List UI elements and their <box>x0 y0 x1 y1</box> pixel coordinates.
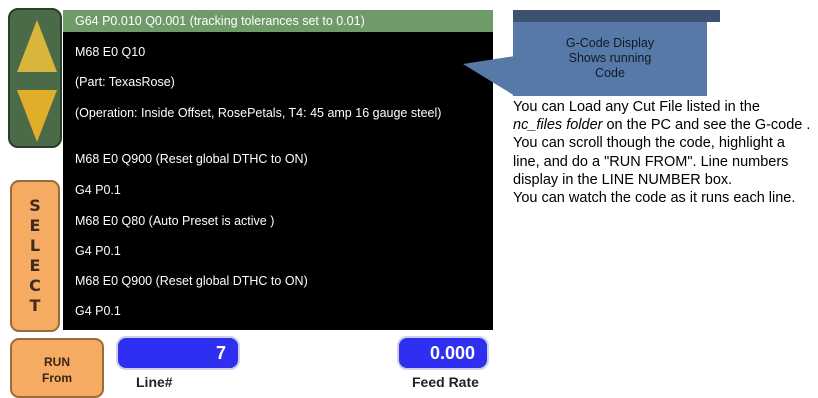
callout-text: Shows running <box>568 51 652 65</box>
line-number-label: Line# <box>136 374 173 390</box>
code-line[interactable]: G4 P0.1 <box>63 243 493 259</box>
code-line[interactable]: M68 E0 Q80 (Auto Preset is active ) <box>63 213 493 229</box>
arrow-up-icon[interactable] <box>17 20 57 72</box>
code-line[interactable]: M68 E0 Q900 (Reset global DTHC to ON) <box>63 151 493 167</box>
select-letter: C <box>29 276 41 295</box>
description-text: You can Load any Cut File listed in the … <box>513 98 813 207</box>
code-line[interactable]: M68 E0 Q900 (Reset global DTHC to ON) <box>63 273 493 289</box>
select-letter: S <box>29 196 41 215</box>
callout-text: Code <box>595 66 625 80</box>
select-letter: E <box>29 216 41 235</box>
callout-box: G-Code Display Shows running Code <box>513 22 707 96</box>
code-line[interactable]: (Part: TexasRose) <box>63 74 493 90</box>
callout-pointer <box>463 56 515 96</box>
select-letter: E <box>29 256 41 275</box>
select-letter: L <box>29 236 41 255</box>
code-line[interactable]: M68 E0 Q10 <box>63 44 493 60</box>
code-line[interactable]: G4 P0.1 <box>63 303 493 319</box>
code-line-highlighted[interactable]: G64 P0.010 Q0.001 (tracking tolerances s… <box>63 10 493 32</box>
feed-rate-box: 0.000 <box>397 336 489 370</box>
gcode-display[interactable]: G64 P0.010 Q0.001 (tracking tolerances s… <box>63 10 493 330</box>
run-from-label: From <box>42 371 72 385</box>
code-line[interactable]: G4 P0.1 <box>63 182 493 198</box>
code-line[interactable]: (Operation: Inside Offset, RosePetals, T… <box>63 105 493 121</box>
line-number-box[interactable]: 7 <box>116 336 240 370</box>
run-from-label: RUN <box>44 355 70 369</box>
feed-rate-label: Feed Rate <box>412 374 479 390</box>
callout-top-bar <box>513 10 720 22</box>
run-from-button[interactable]: RUN From <box>10 338 104 398</box>
description-text-part: You can Load any Cut File listed in the <box>513 99 760 115</box>
select-letter: T <box>29 296 41 315</box>
description-paragraph: You can Load any Cut File listed in the … <box>513 98 813 189</box>
description-paragraph: You can watch the code as it runs each l… <box>513 190 796 207</box>
folder-name: nc_files folder <box>513 117 603 134</box>
select-button[interactable]: S E L E C T <box>10 180 60 332</box>
callout-text: G-Code Display <box>565 36 655 50</box>
arrow-down-icon[interactable] <box>17 90 57 142</box>
scroll-arrow-panel <box>8 8 62 148</box>
